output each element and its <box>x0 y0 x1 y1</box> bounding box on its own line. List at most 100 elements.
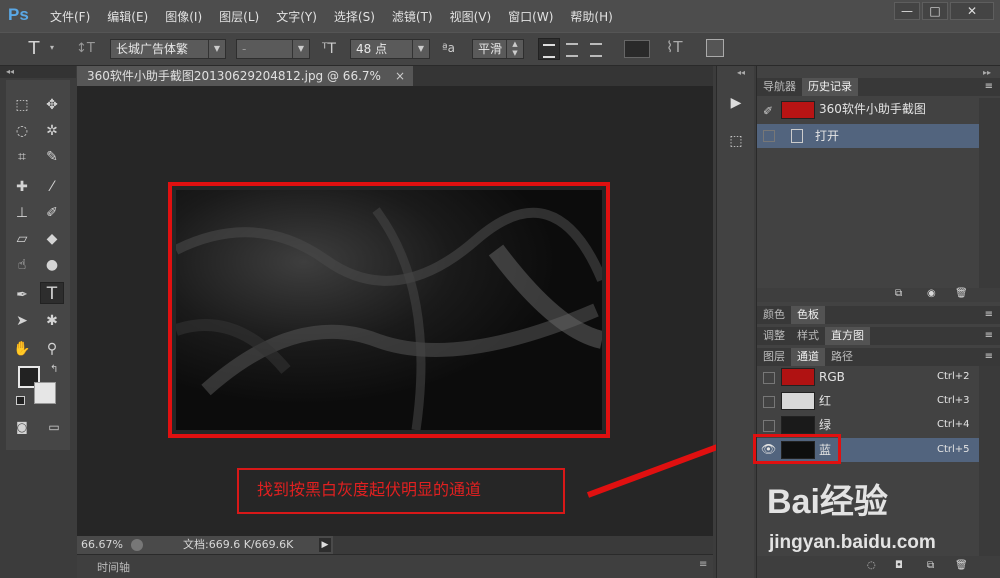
font-size-select[interactable]: 48 点 ▼ <box>350 39 430 59</box>
panel-menu-icon[interactable]: ≡ <box>699 559 707 570</box>
channel-row-red[interactable]: 红 Ctrl+3 <box>757 390 979 413</box>
hand-tool-icon[interactable]: ✋ <box>10 338 34 360</box>
toolbox-collapse-bar[interactable]: ◂◂ <box>0 66 76 78</box>
preset-dropdown-icon[interactable]: ▾ <box>50 43 54 52</box>
new-channel-icon[interactable]: ⧉ <box>927 560 934 571</box>
pen-tool-icon[interactable]: ✒ <box>10 284 34 306</box>
menu-window[interactable]: 窗口(W) <box>508 8 553 25</box>
zoom-level[interactable]: 66.67% <box>81 536 123 554</box>
new-document-from-state-icon[interactable]: ⧉ <box>895 288 902 299</box>
text-tool-preset-icon[interactable]: T <box>22 38 46 60</box>
swap-colors-icon[interactable]: ↰ <box>50 364 58 375</box>
tab-histogram[interactable]: 直方图 <box>825 327 870 345</box>
brush-tool-icon[interactable]: ⁄ <box>40 176 64 198</box>
channels-scrollbar[interactable] <box>979 366 1000 556</box>
tab-color[interactable]: 颜色 <box>757 306 791 324</box>
text-orientation-icon[interactable]: ↕T <box>76 41 96 59</box>
menu-edit[interactable]: 编辑(E) <box>107 8 148 25</box>
default-colors-icon[interactable] <box>16 396 25 405</box>
dock-collapse-icon[interactable]: ◂◂ <box>737 68 745 77</box>
menu-file[interactable]: 文件(F) <box>50 8 90 25</box>
marquee-tool-icon[interactable]: ⬚ <box>10 94 34 116</box>
menu-help[interactable]: 帮助(H) <box>570 8 612 25</box>
tab-layers[interactable]: 图层 <box>757 348 791 366</box>
visibility-toggle[interactable] <box>763 396 775 408</box>
channel-row-blue[interactable]: 👁 蓝 Ctrl+5 <box>753 434 979 464</box>
tab-swatches[interactable]: 色板 <box>791 306 825 324</box>
crop-tool-icon[interactable]: ⌗ <box>10 146 34 168</box>
status-info-icon[interactable] <box>131 539 143 551</box>
tab-navigator[interactable]: 导航器 <box>757 78 802 96</box>
panels-collapse-icon[interactable]: ▸▸ <box>983 68 991 77</box>
tab-channels[interactable]: 通道 <box>791 348 825 366</box>
healing-brush-icon[interactable]: ✚ <box>10 176 34 198</box>
history-scrollbar[interactable] <box>979 98 1000 288</box>
dodge-tool-icon[interactable]: ● <box>40 254 64 276</box>
panel-menu-icon[interactable]: ≡ <box>985 327 993 345</box>
smudge-tool-icon[interactable]: ☝ <box>10 254 34 276</box>
background-color-swatch[interactable] <box>34 382 56 404</box>
magic-wand-icon[interactable]: ✲ <box>40 120 64 142</box>
font-style-value: - <box>242 42 247 56</box>
close-button[interactable]: ✕ <box>950 2 994 20</box>
trash-icon[interactable]: 🗑 <box>955 560 968 571</box>
panel-menu-icon[interactable]: ≡ <box>985 306 993 324</box>
tab-history[interactable]: 历史记录 <box>802 78 858 96</box>
antialias-icon: ªa <box>442 41 456 55</box>
align-left-button[interactable] <box>538 38 560 60</box>
align-right-button[interactable] <box>586 38 608 60</box>
font-style-select[interactable]: - ▼ <box>236 39 310 59</box>
text-color-swatch[interactable] <box>624 40 650 58</box>
panel-menu-icon[interactable]: ≡ <box>985 78 993 96</box>
eyedropper-icon[interactable]: ✎ <box>40 146 64 168</box>
quick-mask-icon[interactable]: ◙ <box>10 416 34 438</box>
align-center-button[interactable] <box>562 38 584 60</box>
tab-paths[interactable]: 路径 <box>825 348 859 366</box>
document-tab[interactable]: 360软件小助手截图20130629204812.jpg @ 66.7%(蓝/8… <box>77 66 413 103</box>
paint-bucket-icon[interactable]: ◆ <box>40 228 64 250</box>
panel-menu-icon[interactable]: ≡ <box>985 348 993 366</box>
status-scroll-area[interactable] <box>333 536 713 554</box>
camera-icon[interactable]: ◉ <box>927 288 936 299</box>
history-source-checkbox[interactable] <box>763 130 775 142</box>
menu-image[interactable]: 图像(I) <box>165 8 202 25</box>
custom-shape-icon[interactable]: ✱ <box>40 310 64 332</box>
save-selection-icon[interactable]: ◘ <box>895 560 903 571</box>
load-selection-icon[interactable]: ◌ <box>867 560 876 571</box>
menu-layer[interactable]: 图层(L) <box>219 8 259 25</box>
close-tab-icon[interactable]: × <box>395 66 405 86</box>
menu-select[interactable]: 选择(S) <box>334 8 375 25</box>
minimize-button[interactable]: — <box>894 2 920 20</box>
zoom-tool-icon[interactable]: ⚲ <box>40 338 64 360</box>
channel-shortcut: Ctrl+5 <box>937 444 970 455</box>
menu-view[interactable]: 视图(V) <box>450 8 492 25</box>
history-item-open[interactable]: 打开 <box>757 124 979 148</box>
actions-play-icon[interactable]: ▶ <box>725 92 747 114</box>
menu-type[interactable]: 文字(Y) <box>276 8 317 25</box>
character-panel-icon[interactable] <box>706 39 724 57</box>
history-brush-source-icon[interactable]: ✐ <box>763 100 773 122</box>
move-tool-icon[interactable]: ✥ <box>40 94 64 116</box>
warp-text-icon[interactable]: ⌇T <box>666 38 683 56</box>
timeline-label[interactable]: 时间轴 <box>97 559 130 575</box>
status-menu-icon[interactable]: ▶ <box>319 538 331 552</box>
channel-row-rgb[interactable]: RGB Ctrl+2 <box>757 366 979 389</box>
path-selection-icon[interactable]: ➤ <box>10 310 34 332</box>
clone-stamp-icon[interactable]: ⊥ <box>10 202 34 224</box>
tab-adjustments[interactable]: 调整 <box>757 327 791 345</box>
screen-mode-icon[interactable]: ▭ <box>42 416 66 438</box>
3d-panel-icon[interactable]: ⬚ <box>725 130 747 152</box>
eraser-icon[interactable]: ▱ <box>10 228 34 250</box>
trash-icon[interactable]: 🗑 <box>955 288 968 299</box>
antialias-select[interactable]: 平滑 ▲ ▼ <box>472 39 524 59</box>
visibility-toggle[interactable] <box>763 420 775 432</box>
tab-styles[interactable]: 样式 <box>791 327 825 345</box>
type-tool-icon[interactable]: T <box>40 282 64 304</box>
history-brush-icon[interactable]: ✐ <box>40 202 64 224</box>
restore-button[interactable]: □ <box>922 2 948 20</box>
lasso-tool-icon[interactable]: ◌ <box>10 120 34 142</box>
font-family-select[interactable]: 长城广告体繁 ▼ <box>110 39 226 59</box>
visibility-toggle[interactable] <box>763 372 775 384</box>
menu-filter[interactable]: 滤镜(T) <box>392 8 433 25</box>
history-snapshot[interactable]: ✐ 360软件小助手截图201306... <box>757 98 979 138</box>
